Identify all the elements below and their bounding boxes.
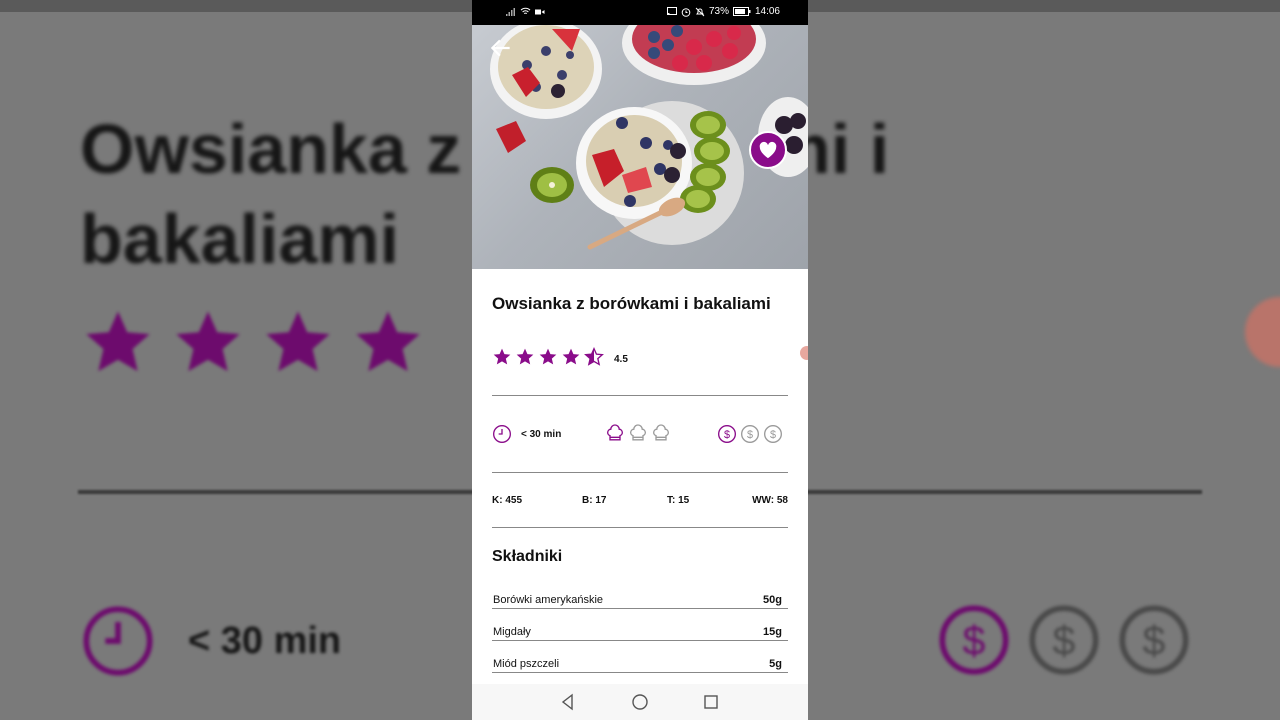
background-star-icon [266,311,330,372]
chef-hat-icon [607,424,623,441]
macro-protein: B: 17 [582,495,607,506]
background-star-icon [356,311,420,372]
ingredient-name: Borówki amerykańskie [493,594,604,606]
status-time: 14:06 [754,6,780,17]
ingredient-quantity: 15g [763,626,782,638]
system-navigation-bar [472,684,808,720]
ingredient-quantity: 50g [763,594,782,606]
background-star-icon [86,311,150,372]
ingredient-row: Borówki amerykańskie 50g [492,589,788,609]
rating-value: 4.5 [614,354,628,365]
back-arrow-icon[interactable] [488,35,514,61]
macro-kcal: K: 455 [492,495,523,506]
background-dollar-coin-icon: $ [1029,605,1099,675]
cast-icon [666,7,677,15]
nav-recents-icon[interactable] [701,692,721,712]
recipe-title: Owsianka z borówkami i bakaliami [492,294,771,313]
battery-icon [732,7,751,16]
muted-bell-icon [695,7,705,16]
ingredient-name: Miód pszczeli [493,658,560,670]
phone-screen: 73% 14:06 Owsianka z borówkami i bakalia… [472,0,808,720]
battery-percent: 73% [708,6,729,17]
nav-back-icon[interactable] [558,692,578,712]
chef-hat-icon [653,424,669,441]
status-bar: 73% 14:06 [472,0,808,25]
touch-indicator [800,346,808,360]
svg-text:$: $ [1143,617,1166,663]
ingredient-quantity: 5g [769,658,782,670]
macro-carbs: WW: 58 [752,495,788,506]
background-clock-icon [83,606,153,676]
divider [492,527,788,528]
recipe-info-row: < 30 min $ $ $ [492,424,788,446]
background-dollar-coin-icon: $ [939,605,1009,675]
prep-time: < 30 min [521,429,562,440]
svg-text:$: $ [770,429,776,441]
svg-text:$: $ [747,429,753,441]
chef-hat-icon [630,424,646,441]
nutrition-macros: K: 455 B: 17 T: 15 WW: 58 [492,495,788,509]
background-touch-indicator [1245,297,1280,367]
status-right-icons: 73% 14:06 [666,6,780,17]
svg-text:$: $ [963,617,986,663]
macro-fat: T: 15 [667,495,690,506]
wifi-icon [520,7,531,15]
ingredients-heading: Składniki [492,548,563,565]
background-stars [80,305,426,381]
star-filled-icon [539,348,557,365]
signal-icon [506,7,515,16]
video-icon [535,9,545,14]
svg-text:$: $ [1053,617,1076,663]
recipe-hero-image [472,25,808,269]
nav-home-icon[interactable] [630,692,650,712]
ingredient-name: Migdały [493,626,531,638]
svg-text:$: $ [724,429,730,441]
divider [492,395,788,396]
alarm-icon [681,7,691,17]
rating-stars [492,347,604,367]
cost-indicator: $ $ $ [717,424,783,444]
background-time-text: < 30 min [188,620,342,662]
background-coins: $ $ $ [936,602,1192,678]
star-half-icon [584,347,604,366]
status-left-icons [506,7,545,16]
star-filled-icon [493,348,511,365]
dollar-coin-icon: $ [764,425,782,443]
star-filled-icon [562,348,580,365]
favorite-button[interactable] [749,131,787,169]
dollar-coin-icon: $ [718,425,736,443]
dollar-coin-icon: $ [741,425,759,443]
background-dollar-coin-icon: $ [1119,605,1189,675]
ingredient-row: Migdały 15g [492,621,788,641]
star-filled-icon [516,348,534,365]
clock-icon [493,425,511,443]
ingredient-row: Miód pszczeli 5g [492,653,788,673]
difficulty-indicator [605,424,671,444]
background-star-icon [176,311,240,372]
heart-icon [759,141,777,159]
divider [492,472,788,473]
